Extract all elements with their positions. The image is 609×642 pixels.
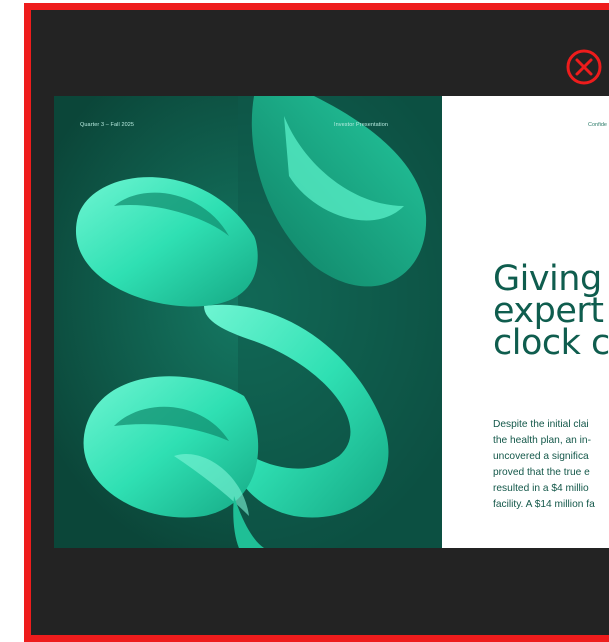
cover-panel: Quarter 3 – Fall 2025 Investor Presentat… [54, 96, 442, 548]
headline-line: clock c [493, 323, 609, 363]
cover-quarter-label: Quarter 3 – Fall 2025 [80, 122, 135, 128]
mint-ribbon-s-artwork [54, 96, 442, 548]
body-line: uncovered a significa [493, 451, 589, 462]
presentation-slide: Quarter 3 – Fall 2025 Investor Presentat… [54, 96, 609, 548]
body-line: facility. A $14 million fa [493, 499, 595, 510]
slide-body-text: Despite the initial clai the health plan… [493, 417, 595, 513]
confidential-label: Confide [588, 122, 607, 128]
body-line: proved that the true e [493, 467, 590, 478]
body-line: resulted in a $4 millio [493, 483, 589, 494]
close-circle-x-icon [566, 49, 602, 85]
presentation-viewer: Quarter 3 – Fall 2025 Investor Presentat… [24, 3, 609, 642]
content-panel: Confide Giving expert clock c Despite th… [442, 96, 609, 548]
body-line: the health plan, an in- [493, 435, 591, 446]
slide-headline: Giving expert clock c [493, 262, 609, 363]
body-line: Despite the initial clai [493, 419, 589, 430]
cover-presentation-label: Investor Presentation [334, 122, 389, 128]
close-button[interactable] [565, 48, 603, 86]
